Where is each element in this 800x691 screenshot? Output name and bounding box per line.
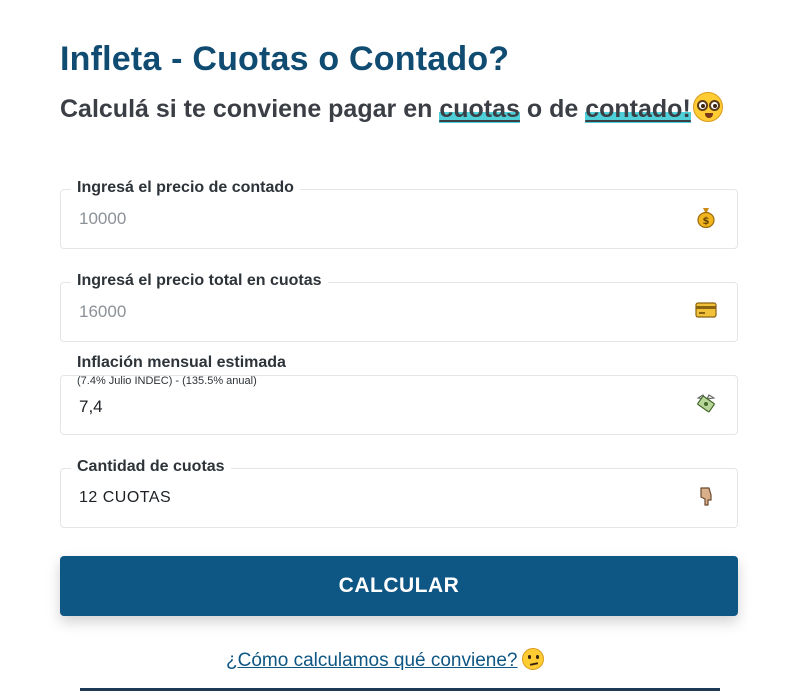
- page: Infleta - Cuotas o Contado? Calculá si t…: [0, 0, 800, 691]
- nerd-face-icon: [692, 92, 723, 122]
- money-wings-icon: [695, 391, 717, 415]
- inflation-input[interactable]: [61, 376, 737, 434]
- installments-total-field[interactable]: Ingresá el precio total en cuotas 16000: [60, 272, 738, 342]
- money-bag-icon: $: [695, 205, 717, 229]
- svg-text:$: $: [703, 216, 710, 227]
- thinking-face-icon: [521, 648, 544, 670]
- inflation-label: Inflación mensual estimada: [71, 354, 292, 372]
- cash-price-field[interactable]: Ingresá el precio de contado 10000 $: [60, 179, 738, 249]
- subtitle-highlight-cuotas: cuotas: [439, 95, 520, 123]
- how-we-calculate-link[interactable]: ¿Cómo calculamos qué conviene?: [226, 648, 544, 672]
- installments-count-field[interactable]: Cantidad de cuotas 12 CUOTAS: [60, 458, 738, 528]
- subtitle-middle: o de: [526, 95, 579, 123]
- inflation-field[interactable]: Inflación mensual estimada (7.4% Julio I…: [60, 354, 738, 435]
- cash-price-input[interactable]: [61, 190, 737, 248]
- how-we-calculate-text[interactable]: ¿Cómo calculamos qué conviene?: [226, 650, 518, 671]
- installments-count-value: 12 CUOTAS: [79, 489, 172, 506]
- page-subtitle: Calculá si te conviene pagar en cuotas o…: [60, 92, 723, 124]
- calculate-button[interactable]: CALCULAR: [60, 556, 738, 616]
- page-title: Infleta - Cuotas o Contado?: [60, 40, 510, 78]
- subtitle-prefix: Calculá si te conviene pagar en: [60, 95, 433, 123]
- installments-count-label: Cantidad de cuotas: [71, 458, 231, 476]
- subtitle-highlight-contado: contado!: [585, 95, 691, 123]
- credit-card-icon: [695, 298, 717, 322]
- hand-pointing-icon[interactable]: [695, 484, 717, 508]
- installments-total-input[interactable]: [61, 283, 737, 341]
